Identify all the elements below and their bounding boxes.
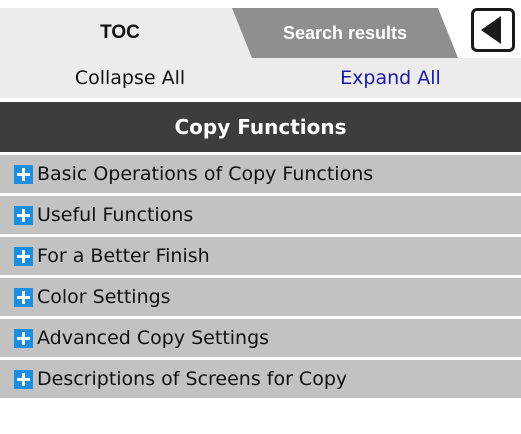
toc-item-label: Descriptions of Screens for Copy [37,368,348,390]
toc-item-better-finish[interactable]: For a Better Finish [0,237,521,275]
toc-item-basic-operations[interactable]: Basic Operations of Copy Functions [0,155,521,193]
toc-actions-bar: Collapse All Expand All [0,58,521,98]
toc-item-label: Advanced Copy Settings [37,327,270,349]
plus-icon[interactable] [14,328,33,348]
tab-toc[interactable]: TOC [0,8,252,58]
toc-item-label: Basic Operations of Copy Functions [37,163,374,185]
tab-toc-label: TOC [100,22,140,43]
plus-icon[interactable] [14,164,33,184]
collapse-all-link[interactable]: Collapse All [0,58,260,98]
plus-icon[interactable] [14,246,33,266]
toc-list: Basic Operations of Copy Functions Usefu… [0,155,521,401]
tab-search-results[interactable]: Search results [232,8,458,58]
toc-item-label: Color Settings [37,286,171,308]
plus-icon[interactable] [14,205,33,225]
toc-panel: TOC Search results Collapse All Expand A… [0,0,521,434]
tab-search-results-label: Search results [282,22,408,43]
section-title: Copy Functions [174,115,347,139]
toc-item-label: For a Better Finish [37,245,210,267]
expand-all-link[interactable]: Expand All [260,58,521,98]
section-header: Copy Functions [0,102,521,152]
toc-item-useful-functions[interactable]: Useful Functions [0,196,521,234]
toc-item-color-settings[interactable]: Color Settings [0,278,521,316]
plus-icon[interactable] [14,369,33,389]
tab-strip: TOC Search results [0,0,521,58]
plus-icon[interactable] [14,287,33,307]
back-button[interactable] [471,8,515,52]
back-arrow-icon [481,16,501,44]
toc-item-advanced-copy-settings[interactable]: Advanced Copy Settings [0,319,521,357]
toc-item-label: Useful Functions [37,204,194,226]
toc-item-screen-descriptions[interactable]: Descriptions of Screens for Copy [0,360,521,398]
